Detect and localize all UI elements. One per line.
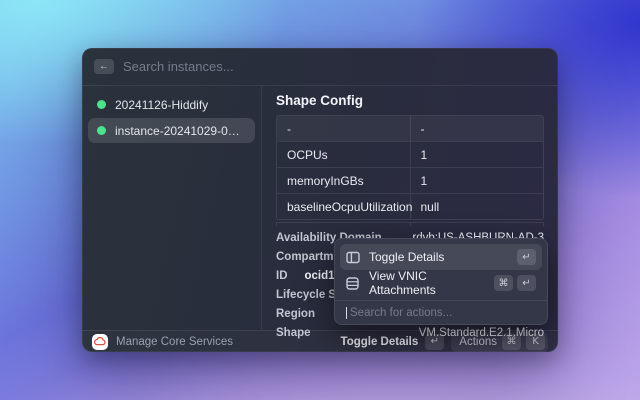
window-body: 20241126-Hiddify instance-20241029-0105-… [82, 86, 558, 330]
table-cell-value: 1 [410, 142, 544, 167]
instance-name: instance-20241029-0105-Hesti... [115, 124, 246, 138]
meta-value: VM.Standard.E2.1.Micro [419, 327, 544, 339]
instance-list: 20241126-Hiddify instance-20241029-0105-… [82, 86, 262, 330]
vnic-attachments-icon [346, 277, 361, 290]
list-item-instance-1[interactable]: 20241126-Hiddify [88, 92, 255, 117]
popup-item-toggle-details[interactable]: Toggle Details ↵ [340, 244, 542, 270]
status-dot [97, 126, 106, 135]
actions-search-placeholder: Search for actions... [350, 307, 452, 319]
table-cell-value: null [410, 194, 544, 219]
table-cell-key: memoryInGBs [277, 168, 410, 193]
table-row: OCPUs 1 [277, 141, 543, 167]
arrow-left-icon: ← [99, 61, 109, 72]
list-item-instance-2[interactable]: instance-20241029-0105-Hesti... [88, 118, 255, 143]
cmd-key-badge: ⌘ [494, 275, 513, 291]
shape-config-table: - - OCPUs 1 memoryInGBs 1 baselineOcpuUt… [276, 115, 544, 220]
shortcut-keys: ⌘ ↵ [494, 275, 536, 291]
meta-label: Region [276, 308, 315, 320]
popup-item-label: View VNIC Attachments [369, 269, 486, 297]
table-header-row: - - [277, 116, 543, 141]
popup-item-label: Toggle Details [369, 250, 444, 264]
meta-row-shape: Shape VM.Standard.E2.1.Micro [276, 323, 544, 342]
enter-key-badge: ↵ [517, 249, 536, 265]
text-caret [346, 307, 347, 319]
table-header-value: - [410, 116, 544, 141]
table-row-partial [276, 222, 544, 226]
search-header: ← Search instances... [82, 48, 558, 86]
toggle-details-icon [346, 251, 361, 264]
table-cell-key: baselineOcpuUtilization [277, 194, 410, 219]
table-header-key: - [277, 116, 410, 141]
table-row: memoryInGBs 1 [277, 167, 543, 193]
table-cell-value: 1 [410, 168, 544, 193]
detail-title: Shape Config [276, 93, 544, 108]
search-input[interactable]: Search instances... [123, 59, 234, 74]
oracle-cloud-logo [92, 334, 108, 350]
meta-label: ID [276, 270, 288, 282]
popup-item-view-vnic-attachments[interactable]: View VNIC Attachments ⌘ ↵ [340, 270, 542, 296]
launcher-window: ← Search instances... 20241126-Hiddify i… [82, 48, 558, 352]
shortcut-keys: ↵ [517, 249, 536, 265]
actions-popup: Toggle Details ↵ View VNIC Attachments ⌘… [334, 238, 548, 325]
actions-search-input[interactable]: Search for actions... [340, 301, 542, 324]
instance-name: 20241126-Hiddify [115, 98, 208, 112]
meta-label: Shape [276, 327, 311, 339]
status-dot [97, 100, 106, 109]
table-row: baselineOcpuUtilization null [277, 193, 543, 219]
back-button[interactable]: ← [94, 59, 114, 74]
enter-key-badge: ↵ [517, 275, 536, 291]
table-cell-key: OCPUs [277, 142, 410, 167]
footer-app-label: Manage Core Services [116, 336, 233, 348]
